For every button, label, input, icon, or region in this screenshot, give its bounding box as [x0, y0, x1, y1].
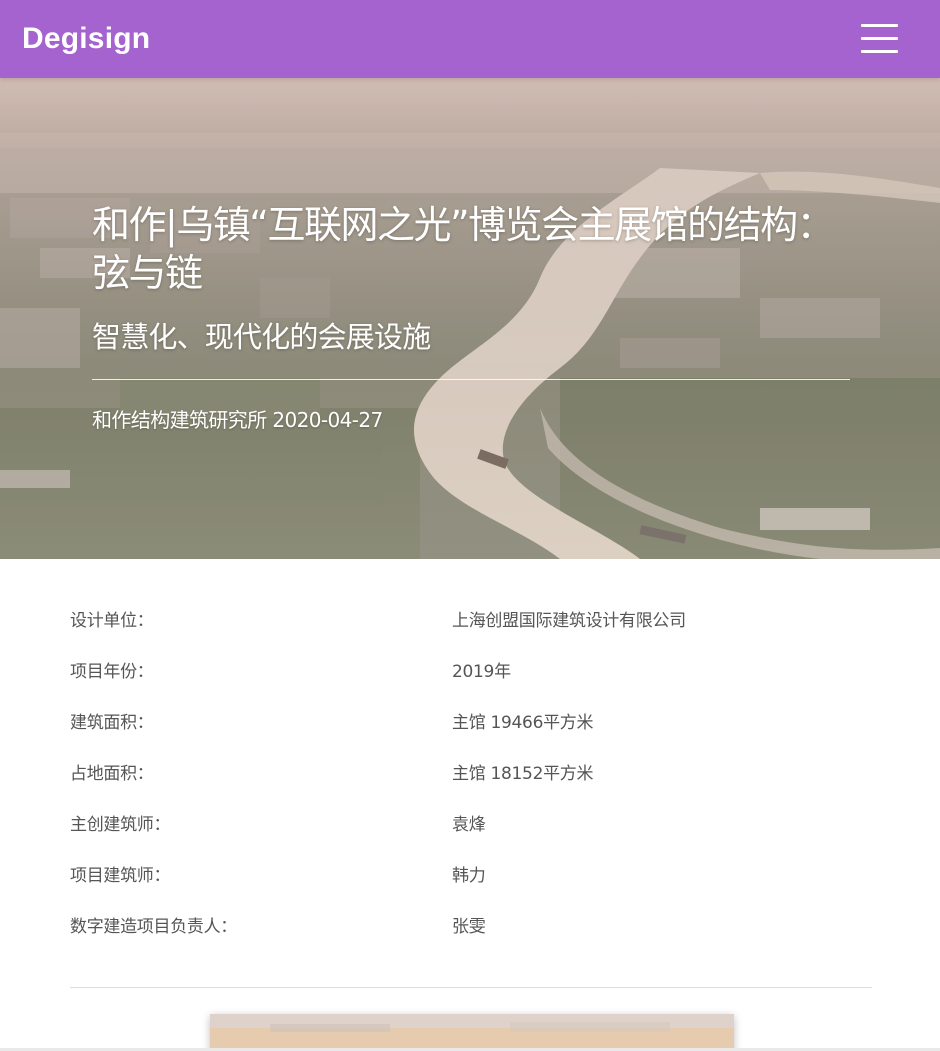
article-image-graphic — [210, 1014, 734, 1051]
menu-bar-bottom — [861, 50, 898, 53]
info-label: 主创建筑师： — [70, 815, 171, 835]
menu-bar-top — [861, 24, 898, 27]
info-row-project-year: 项目年份： 2019年 — [70, 651, 872, 702]
info-label: 项目年份： — [70, 662, 154, 682]
info-value: 上海创盟国际建筑设计有限公司 — [452, 611, 686, 631]
info-label: 占地面积： — [70, 764, 154, 784]
hero-text-block: 和作|乌镇“互联网之光”博览会主展馆的结构：弦与链 智慧化、现代化的会展设施 和… — [92, 201, 850, 434]
info-value: 张雯 — [452, 917, 486, 937]
info-row-chief-architect: 主创建筑师： 袁烽 — [70, 804, 872, 855]
article-meta: 和作结构建筑研究所 2020-04-27 — [92, 406, 850, 434]
info-label: 设计单位： — [70, 611, 154, 631]
info-label: 数字建造项目负责人： — [70, 917, 237, 937]
brand-logo[interactable]: Degisign — [22, 19, 150, 59]
article-image[interactable] — [210, 1014, 734, 1051]
hero-divider — [92, 379, 850, 380]
info-row-design-firm: 设计单位： 上海创盟国际建筑设计有限公司 — [70, 600, 872, 651]
info-value: 韩力 — [452, 866, 486, 886]
info-row-digital-lead: 数字建造项目负责人： 张雯 — [70, 906, 872, 957]
article-author[interactable]: 和作结构建筑研究所 — [92, 408, 267, 432]
info-row-building-area: 建筑面积： 主馆 19466平方米 — [70, 702, 872, 753]
article-subtitle: 智慧化、现代化的会展设施 — [92, 320, 431, 354]
info-row-site-area: 占地面积： 主馆 18152平方米 — [70, 753, 872, 804]
info-value: 主馆 19466平方米 — [452, 713, 594, 733]
info-row-project-architect: 项目建筑师： 韩力 — [70, 855, 872, 906]
top-navbar: Degisign — [0, 0, 940, 78]
info-label: 建筑面积： — [70, 713, 154, 733]
menu-bar-middle — [861, 37, 898, 40]
section-divider — [70, 987, 872, 988]
hamburger-menu-icon[interactable] — [852, 18, 908, 60]
info-label: 项目建筑师： — [70, 866, 171, 886]
article-title: 和作|乌镇“互联网之光”博览会主展馆的结构：弦与链 — [92, 203, 835, 295]
info-value: 袁烽 — [452, 815, 486, 835]
info-value: 主馆 18152平方米 — [452, 764, 594, 784]
hero-banner: 和作|乌镇“互联网之光”博览会主展馆的结构：弦与链 智慧化、现代化的会展设施 和… — [0, 78, 940, 559]
article-date: 2020-04-27 — [272, 408, 383, 432]
info-value: 2019年 — [452, 662, 511, 682]
project-info-table: 设计单位： 上海创盟国际建筑设计有限公司 项目年份： 2019年 建筑面积： 主… — [70, 600, 872, 957]
